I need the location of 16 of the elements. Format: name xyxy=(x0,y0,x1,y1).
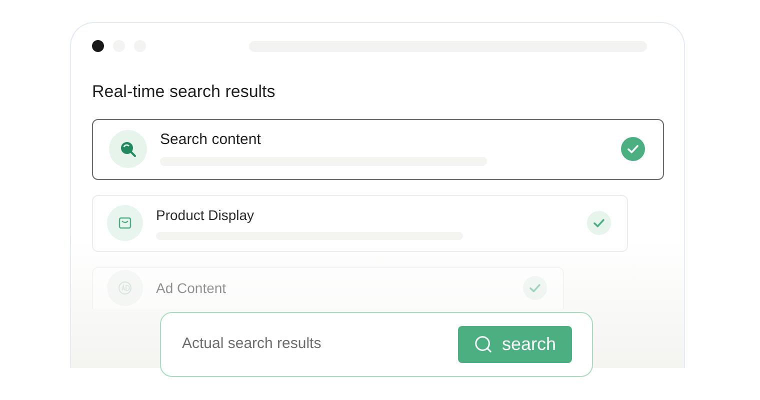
result-card[interactable]: Product Display xyxy=(92,194,628,252)
section-title: Real-time search results xyxy=(92,81,276,103)
check-icon xyxy=(587,211,611,235)
search-icon xyxy=(474,335,493,354)
check-icon xyxy=(621,137,645,161)
magnifier-icon xyxy=(109,130,147,168)
ad-icon xyxy=(107,270,143,306)
search-field[interactable]: Actual search results xyxy=(182,333,458,356)
result-title: Product Display xyxy=(156,206,256,222)
search-button[interactable]: search xyxy=(458,326,572,363)
result-title: Search content xyxy=(160,132,262,148)
result-title: Ad Content xyxy=(156,280,228,296)
result-card[interactable]: Search content xyxy=(92,118,664,180)
search-bar[interactable]: Actual search results search xyxy=(160,312,593,377)
bag-icon xyxy=(107,205,143,241)
check-icon xyxy=(523,276,547,300)
